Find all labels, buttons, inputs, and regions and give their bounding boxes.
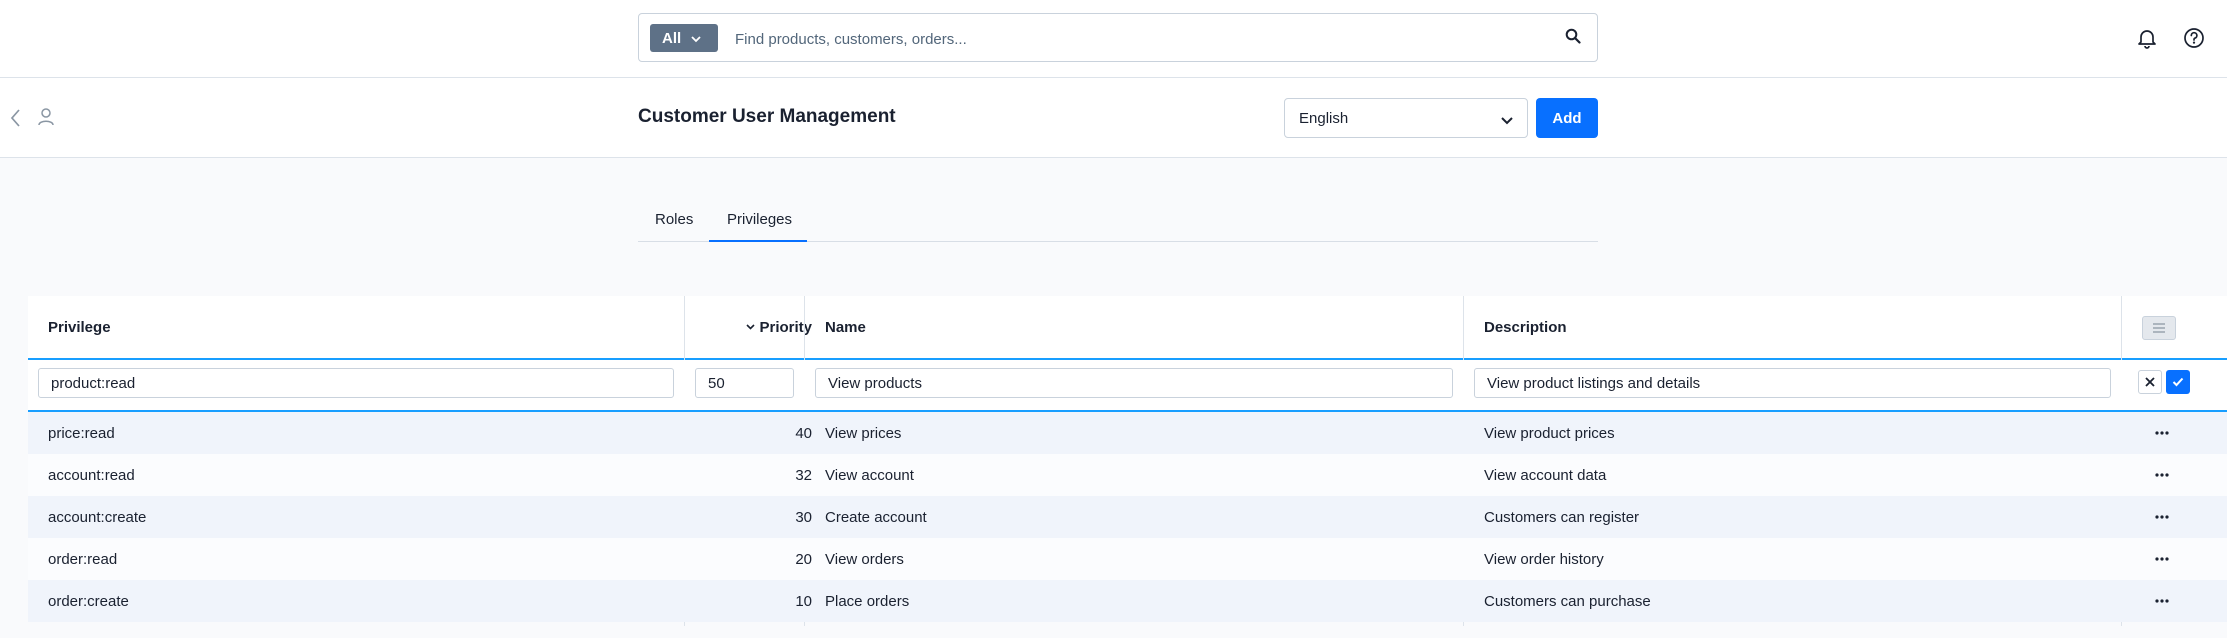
chevron-down-icon (1501, 112, 1513, 129)
tab-privileges[interactable]: Privileges (727, 211, 792, 228)
privileges-table: Privilege Priority Name Description pric… (28, 296, 2227, 626)
description-cell: View product prices (1484, 424, 1615, 442)
page-title: Customer User Management (638, 106, 896, 127)
description-edit-input[interactable] (1474, 368, 2111, 398)
sort-descending-icon (746, 324, 756, 330)
privilege-cell: account:create (48, 508, 147, 526)
top-bar: All (0, 0, 2227, 78)
chevron-down-icon (691, 30, 701, 47)
table-row[interactable]: order:read 20 View orders View order his… (28, 538, 2227, 580)
description-cell: View order history (1484, 550, 1604, 568)
name-cell: Create account (825, 508, 927, 526)
search-icon[interactable] (1565, 28, 1581, 49)
description-cell: Customers can purchase (1484, 592, 1651, 610)
priority-cell: 32 (795, 466, 812, 484)
privilege-cell: account:read (48, 466, 135, 484)
help-icon[interactable] (2183, 27, 2205, 54)
language-select[interactable]: English (1284, 98, 1528, 138)
description-cell: Customers can register (1484, 508, 1640, 526)
user-icon (37, 107, 55, 132)
privilege-cell: order:read (48, 550, 118, 568)
inline-edit-row (28, 360, 2227, 412)
add-button[interactable]: Add (1536, 98, 1598, 138)
close-icon (2145, 377, 2155, 387)
privilege-cell: price:read (48, 424, 115, 442)
table-header: Privilege Priority Name Description (28, 296, 2227, 360)
more-actions-icon[interactable] (2155, 454, 2169, 496)
table-row[interactable]: account:read 32 View account View accoun… (28, 454, 2227, 496)
global-search: All (638, 13, 1598, 62)
name-cell: Place orders (825, 592, 910, 610)
back-arrow-icon[interactable] (10, 108, 22, 133)
priority-cell: 30 (795, 508, 812, 526)
search-scope-dropdown[interactable]: All (650, 24, 718, 52)
priority-cell: 10 (795, 592, 812, 610)
bell-icon[interactable] (2136, 27, 2158, 54)
cancel-edit-button[interactable] (2138, 370, 2162, 394)
column-header-description[interactable]: Description (1484, 296, 1567, 358)
active-tab-indicator (709, 240, 807, 242)
column-header-name[interactable]: Name (825, 296, 866, 358)
privilege-cell: order:create (48, 592, 129, 610)
checkmark-icon (2172, 377, 2184, 387)
more-actions-icon[interactable] (2155, 496, 2169, 538)
name-cell: View account (825, 466, 914, 484)
save-edit-button[interactable] (2166, 370, 2190, 394)
table-row[interactable]: order:create 10 Place orders Customers c… (28, 580, 2227, 622)
more-actions-icon[interactable] (2155, 580, 2169, 622)
name-cell: View orders (825, 550, 904, 568)
column-settings-button[interactable] (2142, 316, 2176, 340)
table-row[interactable]: account:create 30 Create account Custome… (28, 496, 2227, 538)
column-header-priority[interactable]: Priority (643, 296, 812, 358)
page-header: Customer User Management English Add (0, 78, 2227, 158)
search-scope-label: All (662, 29, 682, 47)
tab-bar: Roles Privileges (638, 205, 1598, 242)
more-actions-icon[interactable] (2155, 538, 2169, 580)
name-edit-input[interactable] (815, 368, 1453, 398)
priority-edit-input[interactable] (695, 368, 794, 398)
table-row[interactable]: price:read 40 View prices View product p… (28, 412, 2227, 454)
description-cell: View account data (1484, 466, 1607, 484)
more-actions-icon[interactable] (2155, 412, 2169, 454)
column-header-privilege[interactable]: Privilege (48, 296, 111, 358)
language-select-value: English (1299, 109, 1349, 127)
tab-roles[interactable]: Roles (655, 211, 693, 228)
privilege-edit-input[interactable] (38, 368, 674, 398)
search-input[interactable] (733, 24, 1537, 54)
priority-cell: 20 (795, 550, 812, 568)
priority-cell: 40 (795, 424, 812, 442)
name-cell: View prices (825, 424, 902, 442)
